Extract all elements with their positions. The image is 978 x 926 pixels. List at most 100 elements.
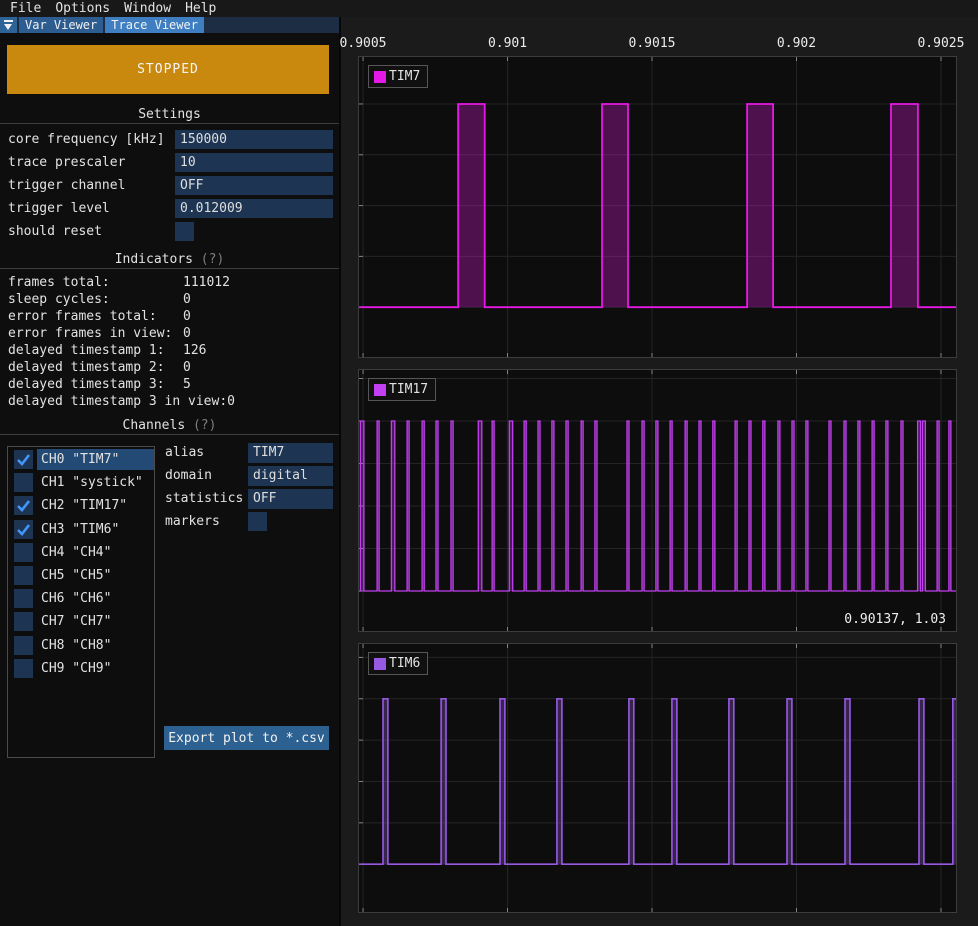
- channel-label: CH6 "CH6": [41, 589, 111, 608]
- plot-canvas-tim17[interactable]: [359, 370, 956, 631]
- legend-tim6[interactable]: TIM6: [368, 652, 428, 675]
- plot-tim17[interactable]: TIM17 0.90137, 1.03: [358, 369, 957, 632]
- settings-row: should reset: [8, 222, 333, 241]
- tab-list-button[interactable]: [0, 17, 17, 33]
- tab-bar: Var Viewer Trace Viewer: [0, 17, 339, 33]
- chevron-down-icon: [4, 24, 12, 30]
- settings-input-trigger[interactable]: [175, 199, 333, 218]
- settings-row: trigger channel: [8, 176, 333, 195]
- indicator-row: delayed timestamp 2:0: [8, 360, 335, 375]
- channel-checkbox[interactable]: [14, 496, 33, 515]
- tim6-color-swatch: [374, 658, 386, 670]
- channel-row[interactable]: CH2 "TIM17": [8, 496, 154, 517]
- indicator-row: frames total:111012: [8, 275, 335, 290]
- settings-row: core frequency [kHz]: [8, 130, 333, 149]
- time-axis-labels: 0.90050.9010.90150.9020.9025: [341, 36, 978, 50]
- menu-options[interactable]: Options: [48, 0, 117, 17]
- channel-list: CH0 "TIM7" CH1 "systick" CH2 "TIM17" CH3 "T…: [7, 446, 155, 758]
- legend-tim17[interactable]: TIM17: [368, 378, 436, 401]
- channel-label: CH0 "TIM7": [41, 450, 119, 469]
- tim7-color-swatch: [374, 71, 386, 83]
- stopped-button[interactable]: STOPPED: [7, 45, 329, 94]
- left-panel: Var Viewer Trace Viewer STOPPED Settings…: [0, 17, 339, 926]
- channel-row[interactable]: CH1 "systick": [8, 473, 154, 494]
- channel-checkbox[interactable]: [14, 636, 33, 655]
- markers-checkbox[interactable]: [248, 512, 267, 531]
- indicator-value: 0: [183, 360, 191, 375]
- prop-input-alias[interactable]: [248, 443, 333, 463]
- plot-tim6[interactable]: TIM6: [358, 643, 957, 913]
- checkmark-icon: [16, 498, 31, 513]
- prop-input-domain[interactable]: [248, 466, 333, 486]
- settings-input-trigger[interactable]: [175, 176, 333, 195]
- channel-label: CH3 "TIM6": [41, 520, 119, 539]
- x-tick-label: 0.902: [777, 36, 816, 51]
- channel-checkbox[interactable]: [14, 543, 33, 562]
- settings-row-label: trigger level: [8, 199, 110, 218]
- settings-input-core[interactable]: [175, 130, 333, 149]
- legend-label: TIM6: [389, 656, 420, 671]
- prop-label-alias: alias: [165, 443, 204, 463]
- channel-row[interactable]: CH7 "CH7": [8, 612, 154, 633]
- indicator-label: delayed timestamp 3 in view:: [8, 394, 227, 409]
- channel-checkbox[interactable]: [14, 659, 33, 678]
- channel-row[interactable]: CH8 "CH8": [8, 636, 154, 657]
- plot-tim7[interactable]: TIM7: [358, 56, 957, 358]
- indicator-label: frames total:: [8, 275, 183, 290]
- channel-checkbox[interactable]: [14, 612, 33, 631]
- indicators-separator: [0, 268, 339, 269]
- settings-input-trace[interactable]: [175, 153, 333, 172]
- settings-row: trace prescaler: [8, 153, 333, 172]
- settings-row-label: core frequency [kHz]: [8, 130, 165, 149]
- channel-row[interactable]: CH4 "CH4": [8, 543, 154, 564]
- channels-help-icon: (?): [185, 418, 216, 433]
- channel-checkbox[interactable]: [14, 520, 33, 539]
- tim17-color-swatch: [374, 384, 386, 396]
- channel-row[interactable]: CH0 "TIM7": [8, 450, 154, 471]
- indicator-label: error frames in view:: [8, 326, 183, 341]
- prop-label-statistics: statistics: [165, 489, 243, 509]
- indicator-value: 0: [227, 394, 235, 409]
- channel-row[interactable]: CH6 "CH6": [8, 589, 154, 610]
- tab-list-icon: [4, 20, 13, 22]
- indicator-row: delayed timestamp 3 in view:0: [8, 394, 335, 409]
- x-tick-label: 0.901: [488, 36, 527, 51]
- checkmark-icon: [16, 452, 31, 467]
- prop-input-statistics[interactable]: [248, 489, 333, 509]
- indicator-value: 0: [183, 326, 191, 341]
- tab-trace-viewer[interactable]: Trace Viewer: [105, 17, 204, 33]
- channel-label: CH5 "CH5": [41, 566, 111, 585]
- settings-row-label: trace prescaler: [8, 153, 125, 172]
- prop-label-domain: domain: [165, 466, 212, 486]
- channel-checkbox[interactable]: [14, 566, 33, 585]
- settings-row: trigger level: [8, 199, 333, 218]
- legend-tim7[interactable]: TIM7: [368, 65, 428, 88]
- menu-window[interactable]: Window: [117, 0, 178, 17]
- channel-checkbox[interactable]: [14, 450, 33, 469]
- legend-label: TIM17: [389, 382, 428, 397]
- checkmark-icon: [16, 522, 31, 537]
- menu-help[interactable]: Help: [178, 0, 223, 17]
- channel-label: CH7 "CH7": [41, 612, 111, 631]
- indicator-label: delayed timestamp 3:: [8, 377, 183, 392]
- channel-row[interactable]: CH9 "CH9": [8, 659, 154, 680]
- settings-row-label: should reset: [8, 222, 102, 241]
- channel-row[interactable]: CH5 "CH5": [8, 566, 154, 587]
- plot-canvas-tim6[interactable]: [359, 644, 956, 912]
- indicator-label: error frames total:: [8, 309, 183, 324]
- channel-label: CH2 "TIM17": [41, 496, 127, 515]
- tab-var-viewer[interactable]: Var Viewer: [19, 17, 103, 33]
- menu-file[interactable]: File: [3, 0, 48, 17]
- channel-checkbox[interactable]: [14, 589, 33, 608]
- indicator-label: sleep cycles:: [8, 292, 183, 307]
- indicator-row: delayed timestamp 3:5: [8, 377, 335, 392]
- export-csv-button[interactable]: Export plot to *.csv: [164, 726, 329, 750]
- channel-row[interactable]: CH3 "TIM6": [8, 520, 154, 541]
- channel-label: CH4 "CH4": [41, 543, 111, 562]
- should-reset-checkbox[interactable]: [175, 222, 194, 241]
- channel-checkbox[interactable]: [14, 473, 33, 492]
- settings-separator: [0, 123, 339, 124]
- plot-canvas-tim7[interactable]: [359, 57, 956, 357]
- settings-header: Settings: [0, 108, 339, 122]
- indicator-row: error frames in view:0: [8, 326, 335, 341]
